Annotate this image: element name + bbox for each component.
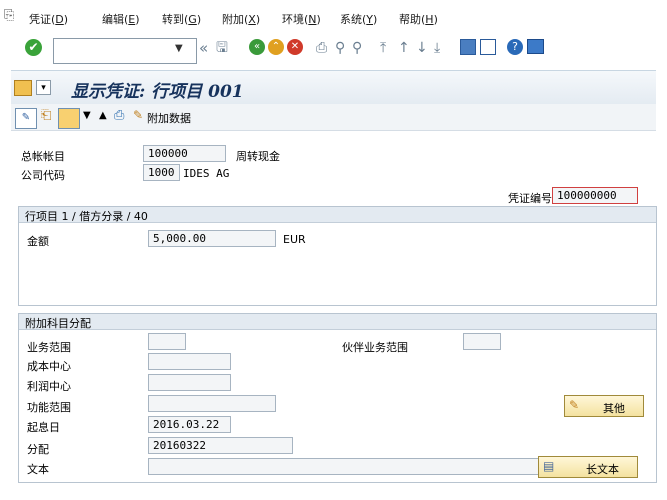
menu-extras[interactable]: 附加(X) [222,11,260,27]
more-icon: ✎ [569,398,580,412]
amount-label: 金额 [27,235,49,248]
command-dropdown-icon[interactable]: ▼ [175,41,183,57]
functional-area-label: 功能范围 [27,401,71,414]
menu-help[interactable]: 帮助(H) [399,11,438,27]
cost-center-field[interactable] [148,353,231,370]
business-area-field[interactable] [148,333,186,350]
copy-icon[interactable]: ⎗ [41,108,51,127]
print-preview-icon[interactable]: ⎙ [114,108,124,127]
save-icon: 🖫 [216,40,228,56]
company-code-field[interactable]: 1000 [143,164,180,181]
more-button[interactable]: ✎ 其他 [564,395,644,417]
shortcut-icon[interactable] [480,39,496,55]
menu-system[interactable]: 系统(Y) [340,11,377,27]
amount-field[interactable]: 5,000.00 [148,230,276,247]
collapse-icon[interactable]: « [199,40,208,56]
next-page-icon: ↓ [416,40,428,56]
long-text-button[interactable]: ▤ 长文本 [538,456,638,478]
additional-data-button[interactable]: 附加数据 [147,110,191,129]
find-next-icon: ⚲ [352,40,363,56]
dropdown-icon[interactable]: ▾ [36,80,51,95]
line-item-heading: 行项目 1 / 借方分录 / 40 [19,207,656,223]
functional-area-field[interactable] [148,395,276,412]
overview-icon[interactable] [58,108,80,129]
first-page-icon: ⤒ [380,40,387,56]
partner-business-area-field[interactable] [463,333,501,350]
more-button-label: 其他 [603,402,625,415]
cost-center-label: 成本中心 [27,360,71,373]
last-page-icon: ⤓ [434,40,441,56]
line-item-group: 行项目 1 / 借方分录 / 40 [18,206,657,306]
exit-icon[interactable]: ⌃ [268,39,284,55]
previous-item-icon[interactable]: ▲ [99,110,107,129]
value-date-label: 起息日 [27,421,60,434]
company-code-description: IDES AG [183,167,230,180]
window-menu-icon[interactable]: ⎘ [4,8,14,23]
additional-data-icon[interactable]: ✎ [133,108,143,127]
profit-center-label: 利润中心 [27,380,71,393]
menu-environment[interactable]: 环境(N) [282,11,321,27]
text-field[interactable] [148,458,539,475]
display-change-icon[interactable]: ✎ [15,108,37,129]
menu-document[interactable]: 凭证(D) [29,11,68,27]
previous-page-icon: ↑ [398,40,410,56]
profit-center-field[interactable] [148,374,231,391]
text-label: 文本 [27,463,49,476]
assignment-label: 分配 [27,443,49,456]
menu-goto[interactable]: 转到(G) [162,11,201,27]
cancel-icon[interactable]: ✕ [287,39,303,55]
menu-edit[interactable]: 编辑(E) [102,11,140,27]
value-date-field[interactable]: 2016.03.22 [148,416,231,433]
long-text-icon: ▤ [543,459,555,473]
assignment-field[interactable]: 20160322 [148,437,293,454]
business-area-label: 业务范围 [27,341,71,354]
menu-bar: ⎘ 凭证(D) 编辑(E) 转到(G) 附加(X) 环境(N) 系统(Y) 帮助… [0,0,667,36]
account-assignment-heading: 附加科目分配 [19,314,656,330]
print-icon: ⎙ [316,40,328,56]
transaction-icon [14,80,32,96]
partner-business-area-label: 伙伴业务范围 [342,341,408,354]
long-text-button-label: 长文本 [586,463,619,476]
page-title: 显示凭证: 行项目 001 [71,82,244,102]
back-icon[interactable]: « [249,39,265,55]
document-number-label: 凭证编号 [508,192,552,205]
find-icon: ⚲ [335,40,346,56]
help-icon[interactable]: ? [507,39,523,55]
gl-account-label: 总帐帐目 [21,150,65,163]
layout-menu-icon[interactable] [527,39,544,54]
application-toolbar: ✎ ⎗ ▼ ▲ ⎙ ✎ 附加数据 [11,104,656,131]
document-number-field[interactable]: 100000000 [552,187,638,204]
enter-icon[interactable]: ✔ [25,39,42,56]
gl-account-description: 周转现金 [236,150,280,163]
currency-label: EUR [283,233,306,246]
create-session-icon[interactable] [460,39,476,55]
title-bar: ▾ 显示凭证: 行项目 001 [11,70,656,104]
standard-toolbar: ✔ ▼ « 🖫 « ⌃ ✕ ⎙ ⚲ ⚲ ⤒ ↑ ↓ ⤓ ? [0,36,667,64]
next-item-icon[interactable]: ▼ [83,110,91,129]
gl-account-field[interactable]: 100000 [143,145,226,162]
company-code-label: 公司代码 [21,169,65,182]
